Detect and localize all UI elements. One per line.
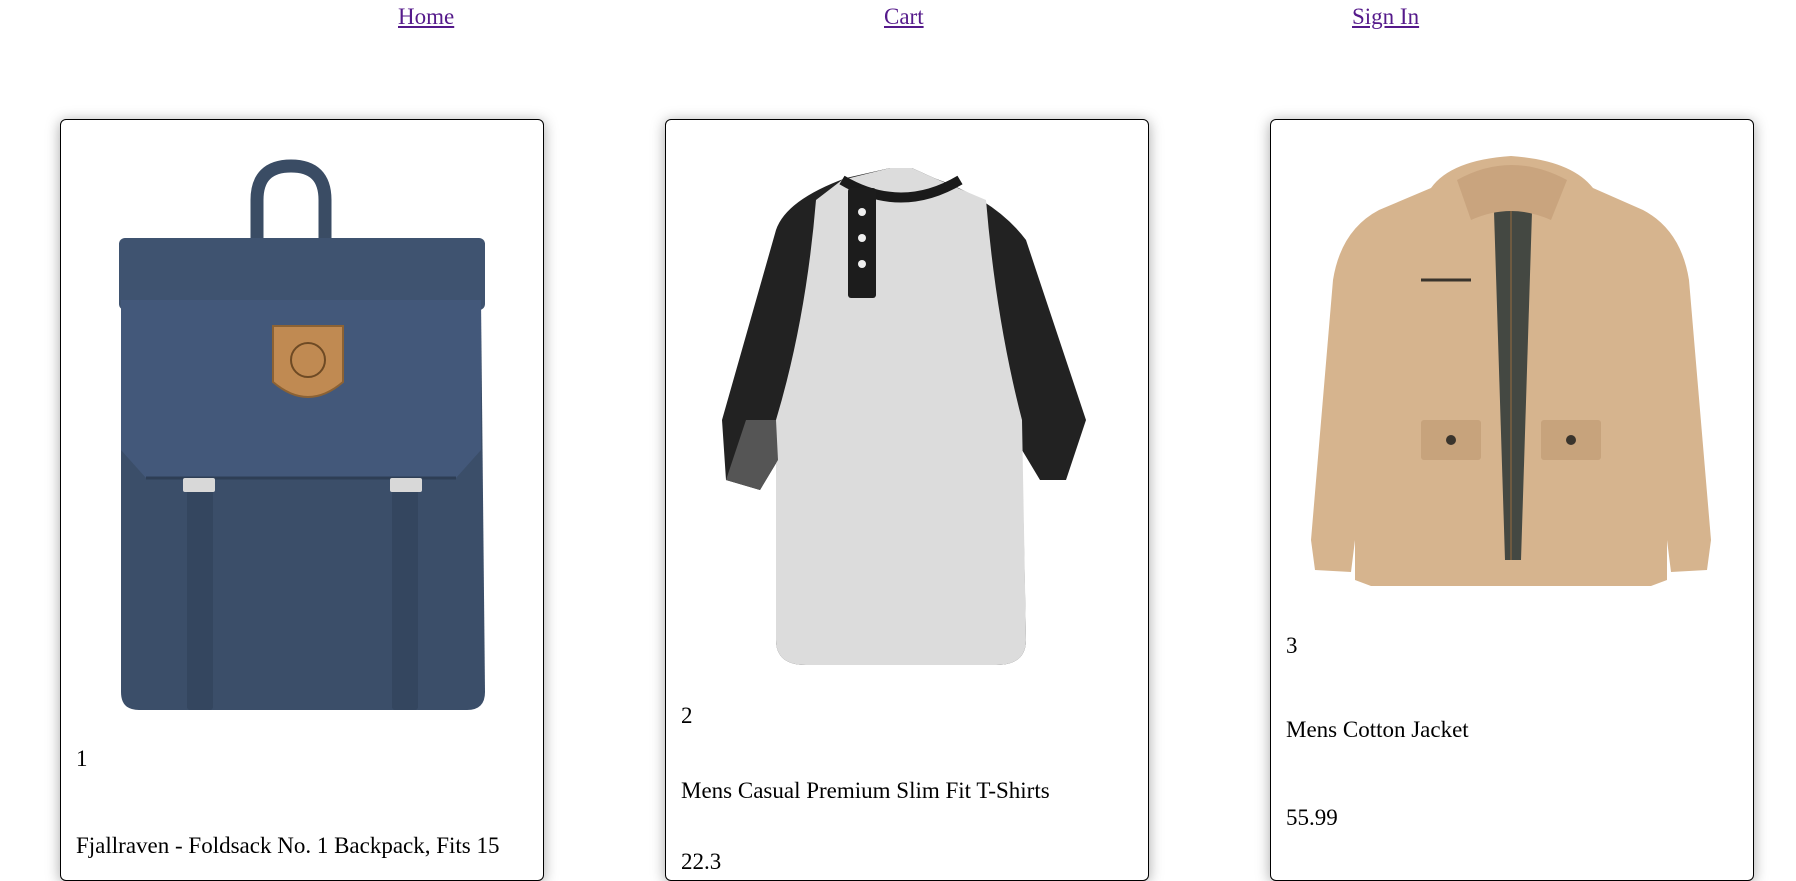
product-price: 22.3 bbox=[681, 849, 722, 874]
nav-signin-link[interactable]: Sign In bbox=[1352, 4, 1419, 30]
product-card[interactable]: 2 Mens Casual Premium Slim Fit T-Shirts … bbox=[665, 119, 1149, 881]
product-title: Mens Casual Premium Slim Fit T-Shirts bbox=[681, 778, 1050, 803]
product-card[interactable]: 1 Fjallraven - Foldsack No. 1 Backpack, … bbox=[60, 119, 544, 881]
tshirt-image bbox=[722, 168, 1086, 665]
product-id: 3 bbox=[1286, 633, 1298, 658]
product-id: 1 bbox=[76, 746, 88, 771]
nav-home-link[interactable]: Home bbox=[398, 4, 454, 30]
product-price: 55.99 bbox=[1286, 805, 1338, 830]
nav-cart-link[interactable]: Cart bbox=[884, 4, 924, 30]
product-id: 2 bbox=[681, 703, 693, 728]
top-nav: Home Cart Sign In bbox=[0, 0, 1796, 40]
product-title: Fjallraven - Foldsack No. 1 Backpack, Fi… bbox=[76, 833, 500, 858]
backpack-image bbox=[119, 159, 485, 710]
product-card[interactable]: 3 Mens Cotton Jacket 55.99 bbox=[1270, 119, 1754, 881]
product-title: Mens Cotton Jacket bbox=[1286, 717, 1469, 742]
jacket-image bbox=[1311, 156, 1711, 586]
